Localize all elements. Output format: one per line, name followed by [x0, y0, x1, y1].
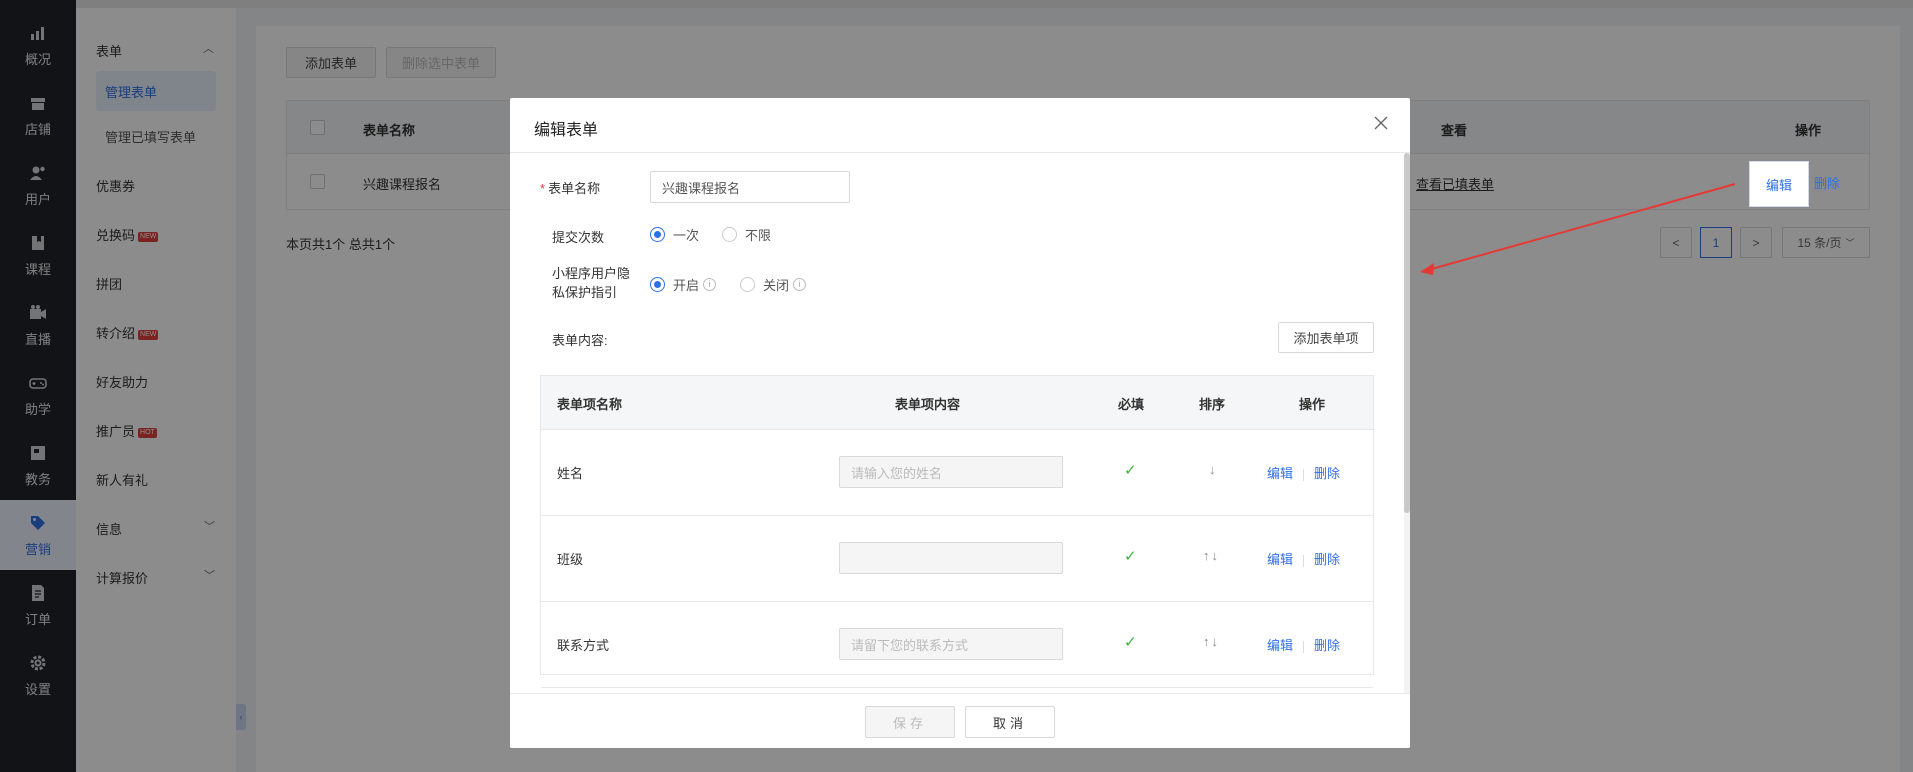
check-icon: ✓: [1124, 634, 1137, 651]
item-name: 姓名: [557, 466, 584, 481]
item-actions: 编辑 删除: [1267, 635, 1340, 654]
edit-item-link[interactable]: 编辑: [1267, 638, 1293, 653]
item-preview-input: 请输入您的姓名: [839, 456, 1063, 488]
check-icon: ✓: [1124, 548, 1137, 565]
add-form-item-button[interactable]: 添加表单项: [1278, 322, 1374, 353]
column-header-sort: 排序: [1199, 397, 1226, 412]
sort-arrows[interactable]: ↓: [1209, 462, 1218, 477]
table-row: 姓名 请输入您的姓名 ✓ ↓ 编辑 删除: [541, 430, 1373, 516]
item-preview-input: [839, 542, 1063, 574]
dialog-body: * 表单名称 兴趣课程报名 提交次数 一次 不限 小程序用户隐 私保护指引 开启 i …: [510, 153, 1410, 693]
cancel-button[interactable]: 取消: [965, 706, 1055, 738]
privacy-off-radio[interactable]: 关闭 i: [740, 275, 807, 294]
privacy-guide-label: 小程序用户隐 私保护指引: [552, 266, 631, 300]
delete-item-link[interactable]: 删除: [1314, 638, 1340, 653]
form-items-table: 表单项名称 表单项内容 必填 排序 操作 姓名 请输入您的姓名 ✓ ↓ 编辑 删除…: [540, 375, 1374, 688]
delete-form-button[interactable]: 删除: [1814, 173, 1840, 192]
form-name-input[interactable]: 兴趣课程报名: [650, 171, 850, 203]
save-button[interactable]: 保存: [865, 706, 955, 738]
sort-arrows[interactable]: ↑↓: [1203, 548, 1220, 563]
required-asterisk: *: [540, 181, 546, 196]
item-name: 班级: [557, 552, 584, 567]
edit-item-link[interactable]: 编辑: [1267, 552, 1293, 567]
delete-item-link[interactable]: 删除: [1314, 552, 1340, 567]
info-icon[interactable]: i: [793, 278, 807, 291]
submit-times-label: 提交次数: [552, 230, 605, 245]
table-row: 联系方式 请留下您的联系方式 ✓ ↑↓ 编辑 删除: [541, 602, 1373, 688]
check-icon: ✓: [1124, 462, 1137, 479]
dialog-footer: 保存 取消: [510, 693, 1410, 748]
privacy-on-radio[interactable]: 开启 i: [650, 275, 717, 294]
column-header-required: 必填: [1118, 397, 1145, 412]
edit-form-dialog: 编辑表单 * 表单名称 兴趣课程报名 提交次数 一次 不限 小程序用户隐 私保护指引…: [510, 98, 1410, 748]
item-name: 联系方式: [557, 638, 610, 653]
form-name-label: * 表单名称: [540, 181, 601, 196]
scrollbar-thumb[interactable]: [1404, 153, 1410, 513]
close-icon[interactable]: [1370, 112, 1392, 134]
edit-form-button[interactable]: 编辑: [1750, 162, 1808, 206]
column-header-item-name: 表单项名称: [557, 397, 623, 412]
submit-unlimited-radio[interactable]: 不限: [722, 225, 771, 244]
edit-item-link[interactable]: 编辑: [1267, 466, 1293, 481]
sort-arrows[interactable]: ↑↓: [1203, 634, 1220, 649]
table-row: 班级 ✓ ↑↓ 编辑 删除: [541, 516, 1373, 602]
dialog-scrollbar[interactable]: [1404, 153, 1410, 693]
column-header-item-ops: 操作: [1299, 397, 1326, 412]
column-header-item-content: 表单项内容: [895, 397, 961, 412]
submit-once-radio[interactable]: 一次: [650, 225, 699, 244]
delete-item-link[interactable]: 删除: [1314, 466, 1340, 481]
info-icon[interactable]: i: [703, 278, 717, 291]
form-content-label: 表单内容:: [552, 333, 608, 348]
dialog-title: 编辑表单: [534, 122, 599, 139]
item-actions: 编辑 删除: [1267, 463, 1340, 482]
item-actions: 编辑 删除: [1267, 549, 1340, 568]
item-preview-input: 请留下您的联系方式: [839, 628, 1063, 660]
form-items-header: 表单项名称 表单项内容 必填 排序 操作: [541, 376, 1373, 430]
